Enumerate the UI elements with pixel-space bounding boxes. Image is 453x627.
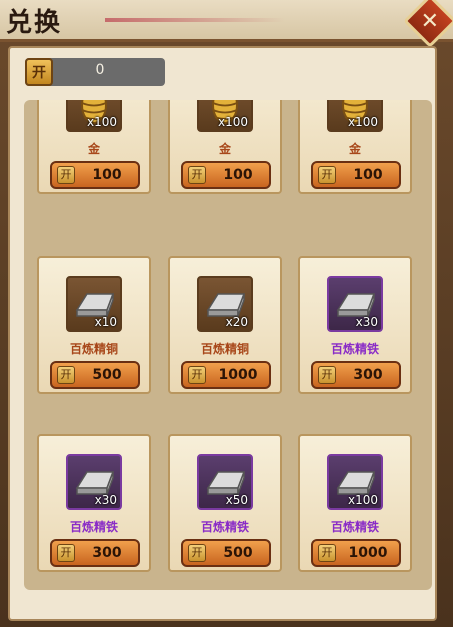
- coin-icon: 开: [57, 166, 75, 184]
- shop-item-card[interactable]: x30 百炼精铁开 300: [37, 434, 151, 572]
- title-bar: 兑换 ✕: [0, 0, 453, 48]
- coin-icon: 开: [318, 544, 336, 562]
- shop-item-card[interactable]: x10 百炼精铜开 500: [37, 256, 151, 394]
- item-name: 金: [87, 142, 100, 156]
- item-quantity: x100: [217, 115, 248, 129]
- item-name: 百炼精铁: [330, 520, 379, 534]
- buy-button[interactable]: 开 100: [311, 161, 401, 189]
- buy-button[interactable]: 开 1000: [181, 361, 271, 389]
- ingot-icon[interactable]: x100: [327, 454, 383, 510]
- gold-cocoon-icon[interactable]: x100: [66, 100, 122, 132]
- gold-cocoon-icon[interactable]: x100: [197, 100, 253, 132]
- item-price: 100: [92, 167, 122, 183]
- shop-item-card[interactable]: x30 百炼精铁开 300: [298, 256, 412, 394]
- coin-icon: 开: [57, 544, 75, 562]
- coin-icon: 开: [188, 166, 206, 184]
- item-price: 300: [92, 545, 122, 561]
- item-name: 金: [218, 142, 231, 156]
- shop-item-card[interactable]: x100 金开 100: [37, 100, 151, 194]
- coin-icon: 开: [188, 544, 206, 562]
- item-quantity: x30: [355, 315, 378, 329]
- item-name: 金: [348, 142, 361, 156]
- shop-item-card[interactable]: x20 百炼精铜开 1000: [168, 256, 282, 394]
- item-quantity: x20: [225, 315, 248, 329]
- item-price: 100: [223, 167, 253, 183]
- buy-button[interactable]: 开 100: [50, 161, 140, 189]
- coin-icon: 开: [25, 58, 53, 86]
- window-frame: 兑换 ✕ 开 0 x100 金开 100 x100 金开 100 x100 金开 100 x10 百…: [0, 0, 453, 627]
- item-price: 1000: [218, 367, 258, 383]
- item-price: 300: [353, 367, 383, 383]
- item-price: 1000: [348, 545, 388, 561]
- shop-item-card[interactable]: x100 金开 100: [298, 100, 412, 194]
- item-name: 百炼精铜: [69, 342, 118, 356]
- ingot-icon[interactable]: x30: [66, 454, 122, 510]
- item-quantity: x100: [347, 115, 378, 129]
- item-name: 百炼精铁: [330, 342, 379, 356]
- shop-item-card[interactable]: x50 百炼精铁开 500: [168, 434, 282, 572]
- window-title: 兑换: [6, 8, 63, 38]
- shop-item-card[interactable]: x100 百炼精铁开 1000: [298, 434, 412, 572]
- item-quantity: x30: [94, 493, 117, 507]
- coin-icon: 开: [318, 166, 336, 184]
- item-name: 百炼精铁: [200, 520, 249, 534]
- item-price: 100: [353, 167, 383, 183]
- item-quantity: x50: [225, 493, 248, 507]
- item-quantity: x100: [86, 115, 117, 129]
- item-price: 500: [92, 367, 122, 383]
- ingot-icon[interactable]: x20: [197, 276, 253, 332]
- item-name: 百炼精铁: [69, 520, 118, 534]
- close-button[interactable]: ✕: [403, 0, 453, 48]
- gold-cocoon-icon[interactable]: x100: [327, 100, 383, 132]
- buy-button[interactable]: 开 100: [181, 161, 271, 189]
- ingot-icon[interactable]: x10: [66, 276, 122, 332]
- coin-icon: 开: [188, 366, 206, 384]
- close-icon: ✕: [420, 8, 440, 34]
- item-name: 百炼精铜: [200, 342, 249, 356]
- item-price: 500: [223, 545, 253, 561]
- title-decoration: [105, 18, 285, 22]
- currency-balance: 0: [95, 62, 105, 78]
- item-quantity: x10: [94, 315, 117, 329]
- coin-icon: 开: [318, 366, 336, 384]
- buy-button[interactable]: 开 500: [50, 361, 140, 389]
- item-quantity: x100: [347, 493, 378, 507]
- buy-button[interactable]: 开 500: [181, 539, 271, 567]
- item-grid[interactable]: x100 金开 100 x100 金开 100 x100 金开 100 x10 百炼精铜开 500 x2…: [24, 100, 432, 590]
- shop-item-card[interactable]: x100 金开 100: [168, 100, 282, 194]
- buy-button[interactable]: 开 300: [311, 361, 401, 389]
- buy-button[interactable]: 开 1000: [311, 539, 401, 567]
- coin-icon: 开: [57, 366, 75, 384]
- ingot-icon[interactable]: x50: [197, 454, 253, 510]
- ingot-icon[interactable]: x30: [327, 276, 383, 332]
- buy-button[interactable]: 开 300: [50, 539, 140, 567]
